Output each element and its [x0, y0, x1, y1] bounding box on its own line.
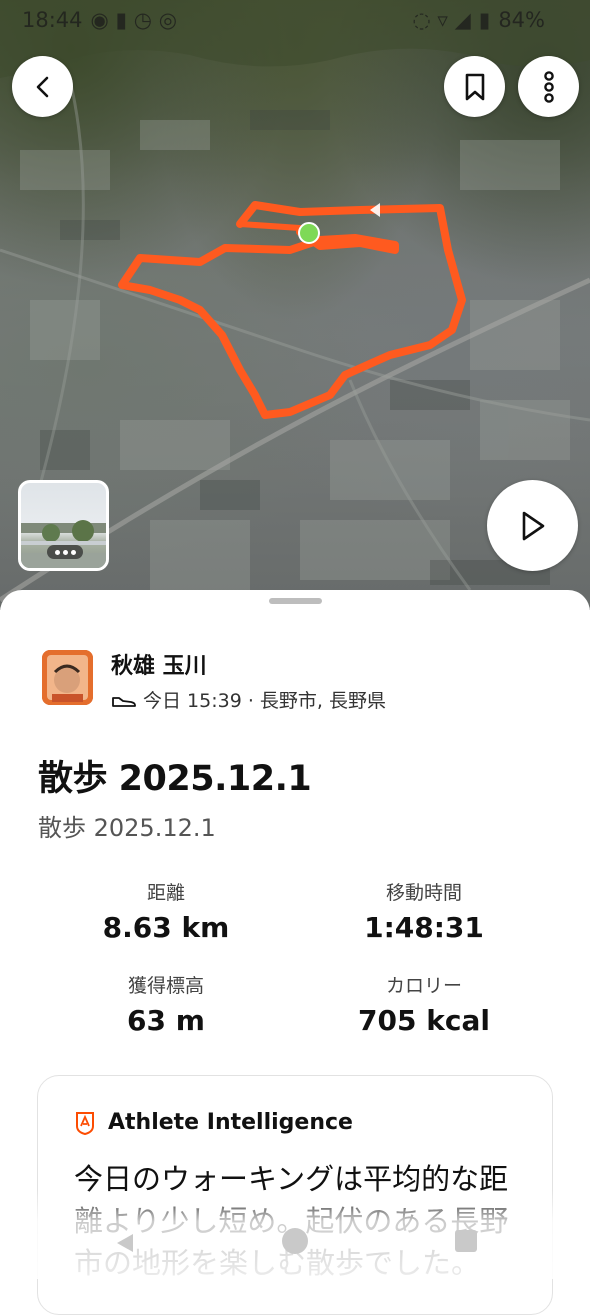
bookmark-icon: [465, 73, 484, 100]
stat-moving-time: 移動時間 1:48:31: [324, 878, 524, 944]
back-button[interactable]: [12, 56, 73, 117]
signal-icon: ◌ ▿ ◢: [412, 8, 471, 32]
start-marker: [298, 222, 320, 244]
shoe-icon: [112, 696, 136, 707]
nav-back-icon[interactable]: [113, 1232, 137, 1254]
stat-moving-time-value: 1:48:31: [364, 911, 484, 944]
avatar-image: [42, 650, 93, 705]
battery-icon: ▮: [478, 8, 491, 32]
activity-detail-sheet: 秋雄 玉川 今日 15:39 · 長野市, 長野県 散歩 2025.12.1 散…: [0, 590, 590, 1315]
athlete-intelligence-title: Athlete Intelligence: [108, 1110, 353, 1135]
activity-meta-text: 今日 15:39 · 長野市, 長野県: [143, 690, 386, 712]
stat-distance-label: 距離: [146, 882, 185, 904]
route-direction-arrow: [370, 203, 380, 217]
system-navigation-bar: [0, 1216, 590, 1266]
athlete-intelligence-icon: [76, 1111, 94, 1135]
avatar[interactable]: [42, 650, 93, 705]
chevron-left-icon: [36, 76, 48, 97]
stat-elevation-label: 獲得標高: [127, 975, 204, 997]
nav-home-icon[interactable]: [282, 1228, 308, 1254]
stat-moving-time-label: 移動時間: [385, 882, 462, 904]
status-bar: 18:44 ◉ ▮ ◷ ◎ ◌ ▿ ◢ ▮ 84%: [0, 0, 590, 40]
stat-calories: カロリー 705 kcal: [324, 971, 524, 1037]
sheet-drag-handle[interactable]: [269, 598, 322, 604]
stat-elevation-value: 63 m: [127, 1004, 205, 1037]
activity-description: 散歩 2025.12.1: [38, 814, 216, 842]
play-flyover-button[interactable]: [487, 480, 578, 571]
photo-carousel-indicator: [47, 545, 83, 559]
nav-recent-apps-icon[interactable]: [455, 1230, 477, 1252]
stat-elevation: 獲得標高 63 m: [66, 971, 266, 1037]
more-vertical-icon: [543, 70, 554, 103]
more-options-button[interactable]: [518, 56, 579, 117]
status-battery: 84%: [498, 8, 545, 32]
activity-photo-thumbnail[interactable]: [18, 480, 109, 571]
stat-calories-value: 705 kcal: [358, 1004, 490, 1037]
stat-distance-value: 8.63 km: [102, 911, 230, 944]
status-time: 18:44: [22, 8, 83, 32]
stat-calories-label: カロリー: [385, 975, 462, 997]
route-map[interactable]: 18:44 ◉ ▮ ◷ ◎ ◌ ▿ ◢ ▮ 84%: [0, 0, 590, 610]
bookmark-button[interactable]: [444, 56, 505, 117]
athlete-intelligence-header: Athlete Intelligence: [74, 1110, 353, 1135]
athlete-name[interactable]: 秋雄 玉川: [111, 648, 207, 680]
activity-meta: 今日 15:39 · 長野市, 長野県: [111, 686, 386, 713]
notification-icon: ◉ ▮ ◷ ◎: [90, 8, 178, 32]
activity-title: 散歩 2025.12.1: [38, 759, 312, 799]
stat-distance: 距離 8.63 km: [66, 878, 266, 944]
play-icon: [522, 511, 544, 540]
